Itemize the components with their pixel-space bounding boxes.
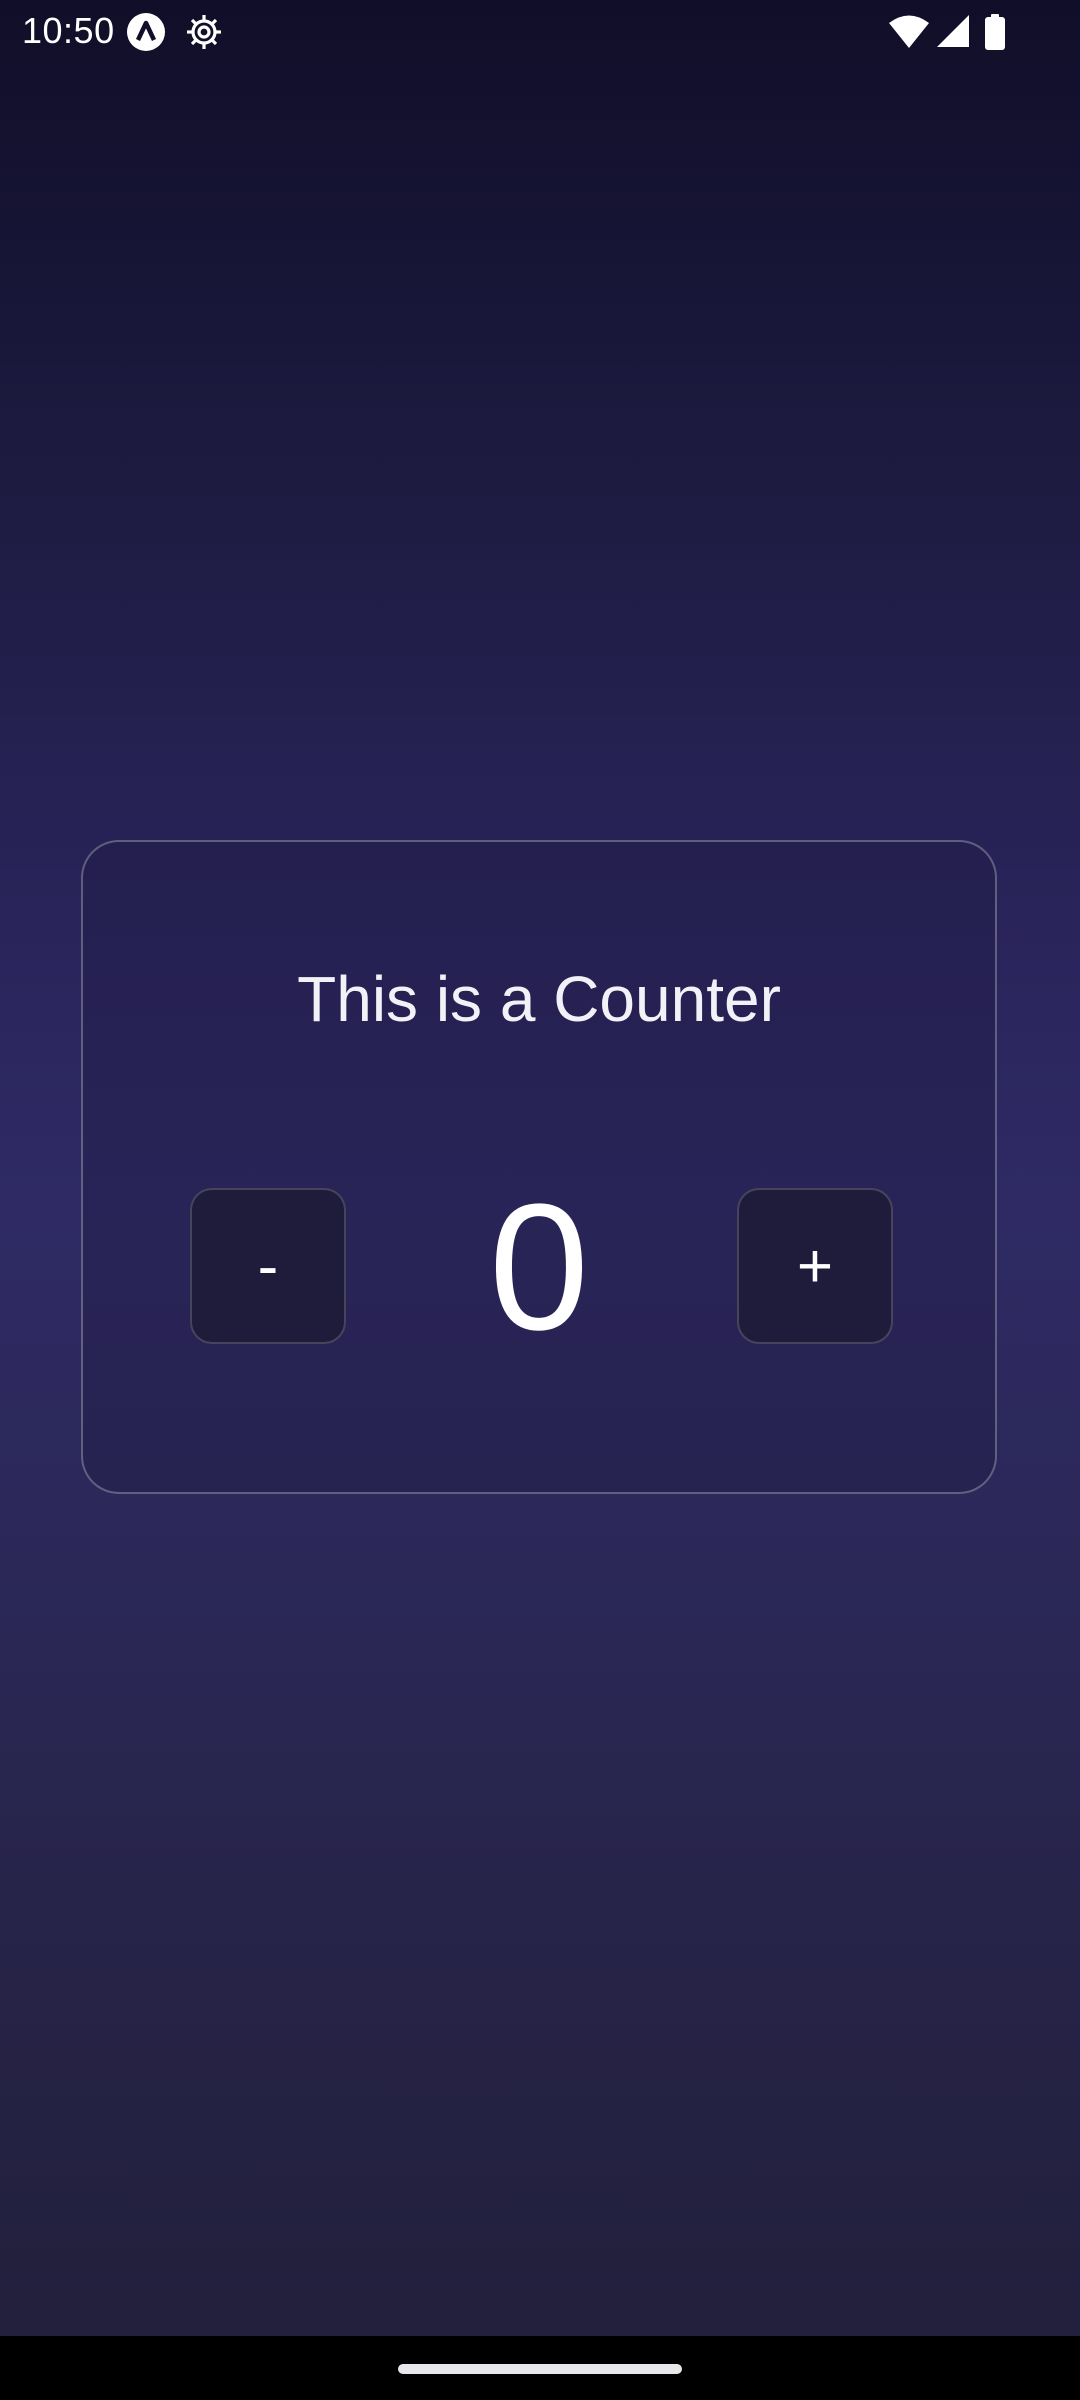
navigation-bar (0, 2336, 1080, 2400)
a-logo-icon (126, 12, 166, 52)
counter-title: This is a Counter (297, 963, 781, 1035)
status-time: 10:50 (22, 10, 115, 51)
counter-card: This is a Counter - 0 + (81, 840, 997, 1494)
gear-icon (184, 12, 224, 52)
increment-button[interactable]: + (737, 1188, 893, 1344)
signal-icon (936, 14, 970, 48)
battery-icon (984, 14, 1006, 50)
home-gesture-handle[interactable] (398, 2364, 682, 2374)
wifi-icon (888, 14, 930, 50)
status-bar: 10:50 (0, 0, 1080, 64)
decrement-button[interactable]: - (190, 1188, 346, 1344)
